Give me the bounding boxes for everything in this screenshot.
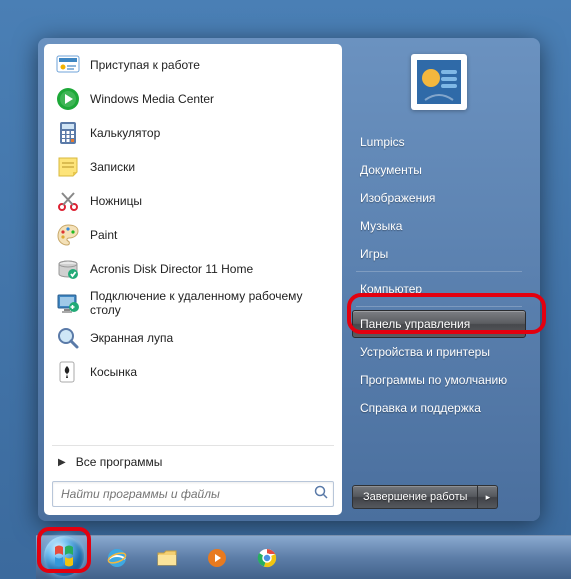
program-label: Acronis Disk Director 11 Home bbox=[90, 262, 253, 276]
program-acronis[interactable]: Acronis Disk Director 11 Home bbox=[48, 252, 338, 286]
all-programs[interactable]: ▶ Все программы bbox=[48, 449, 338, 475]
program-sticky-notes[interactable]: Записки bbox=[48, 150, 338, 184]
sticky-notes-icon bbox=[54, 153, 82, 181]
program-paint[interactable]: Paint bbox=[48, 218, 338, 252]
program-label: Приступая к работе bbox=[90, 58, 200, 72]
start-menu-right-panel: Lumpics Документы Изображения Музыка Игр… bbox=[342, 44, 534, 515]
program-label: Windows Media Center bbox=[90, 92, 214, 106]
computer-link[interactable]: Компьютер bbox=[352, 275, 526, 303]
program-label: Калькулятор bbox=[90, 126, 160, 140]
program-label: Записки bbox=[90, 160, 135, 174]
acronis-icon bbox=[54, 255, 82, 283]
magnifier-icon bbox=[54, 324, 82, 352]
start-button[interactable] bbox=[44, 536, 84, 576]
separator bbox=[356, 271, 522, 272]
chevron-right-icon: ▶ bbox=[58, 457, 66, 468]
taskbar bbox=[36, 535, 571, 579]
program-magnifier[interactable]: Экранная лупа bbox=[48, 321, 338, 355]
shutdown-row: Завершение работы ▸ bbox=[352, 485, 498, 509]
program-label: Экранная лупа bbox=[90, 331, 173, 345]
search-row bbox=[48, 475, 338, 511]
taskbar-explorer[interactable] bbox=[144, 540, 190, 576]
pinned-programs-list: Приступая к работе Windows Media Center … bbox=[48, 48, 338, 442]
start-menu: Приступая к работе Windows Media Center … bbox=[38, 38, 540, 521]
solitaire-icon bbox=[54, 358, 82, 386]
snipping-icon bbox=[54, 187, 82, 215]
getting-started-icon bbox=[54, 51, 82, 79]
program-label: Подключение к удаленному рабочему столу bbox=[90, 289, 332, 318]
search-input[interactable] bbox=[57, 487, 313, 501]
program-getting-started[interactable]: Приступая к работе bbox=[48, 48, 338, 82]
games-link[interactable]: Игры bbox=[352, 240, 526, 268]
search-box[interactable] bbox=[52, 481, 334, 507]
program-label: Paint bbox=[90, 228, 117, 242]
shutdown-button[interactable]: Завершение работы bbox=[352, 485, 478, 509]
music-link[interactable]: Музыка bbox=[352, 212, 526, 240]
paint-icon bbox=[54, 221, 82, 249]
user-name-link[interactable]: Lumpics bbox=[352, 128, 526, 156]
separator bbox=[356, 306, 522, 307]
rdp-icon bbox=[54, 289, 82, 317]
documents-link[interactable]: Документы bbox=[352, 156, 526, 184]
program-solitaire[interactable]: Косынка bbox=[48, 355, 338, 389]
devices-printers-link[interactable]: Устройства и принтеры bbox=[352, 338, 526, 366]
shutdown-options-button[interactable]: ▸ bbox=[478, 485, 498, 509]
taskbar-wmp[interactable] bbox=[194, 540, 240, 576]
search-icon bbox=[313, 484, 329, 505]
pictures-link[interactable]: Изображения bbox=[352, 184, 526, 212]
control-panel-link[interactable]: Панель управления bbox=[352, 310, 526, 338]
help-support-link[interactable]: Справка и поддержка bbox=[352, 394, 526, 422]
program-label: Ножницы bbox=[90, 194, 142, 208]
program-label: Косынка bbox=[90, 365, 137, 379]
media-center-icon bbox=[54, 85, 82, 113]
divider bbox=[52, 445, 334, 446]
taskbar-ie[interactable] bbox=[94, 540, 140, 576]
program-snipping-tool[interactable]: Ножницы bbox=[48, 184, 338, 218]
program-calculator[interactable]: Калькулятор bbox=[48, 116, 338, 150]
default-programs-link[interactable]: Программы по умолчанию bbox=[352, 366, 526, 394]
user-picture[interactable] bbox=[411, 54, 467, 110]
start-menu-left-panel: Приступая к работе Windows Media Center … bbox=[44, 44, 342, 515]
program-remote-desktop[interactable]: Подключение к удаленному рабочему столу bbox=[48, 286, 338, 321]
program-media-center[interactable]: Windows Media Center bbox=[48, 82, 338, 116]
taskbar-chrome[interactable] bbox=[244, 540, 290, 576]
calculator-icon bbox=[54, 119, 82, 147]
all-programs-label: Все программы bbox=[76, 455, 163, 469]
